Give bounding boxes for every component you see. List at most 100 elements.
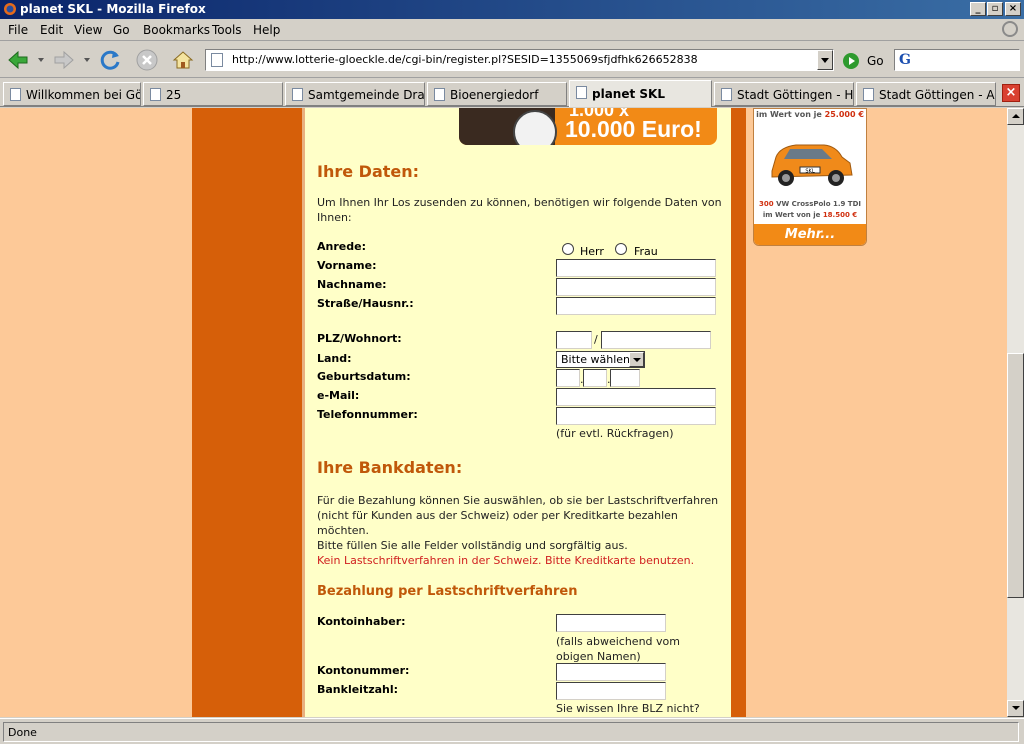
tab-planet-skl[interactable]: planet SKL	[569, 80, 712, 107]
vorname-field[interactable]	[556, 259, 716, 277]
url-text[interactable]: http://www.lotterie-gloeckle.de/cgi-bin/…	[232, 53, 698, 66]
tab-25[interactable]: 25	[143, 82, 283, 106]
tab-label: Willkommen bei Götti...	[26, 88, 141, 102]
plz-field[interactable]	[556, 331, 592, 349]
ad-more-link[interactable]: Mehr...	[754, 224, 866, 245]
label-nachname: Nachname:	[317, 278, 387, 291]
go-label: Go	[867, 54, 884, 68]
menu-view[interactable]: View	[74, 23, 102, 37]
window-title: planet SKL - Mozilla Firefox	[20, 2, 206, 16]
navigation-toolbar: http://www.lotterie-gloeckle.de/cgi-bin/…	[0, 42, 1024, 78]
plz-separator: /	[594, 333, 598, 346]
email-field[interactable]	[556, 388, 716, 406]
heading-personal: Ihre Daten:	[317, 162, 420, 181]
tab-bar: Willkommen bei Götti... 25 Samtgemeinde …	[0, 79, 1024, 107]
label-vorname: Vorname:	[317, 259, 377, 272]
land-selected: Bitte wählen	[561, 353, 630, 366]
tab-bioenergiedorf[interactable]: Bioenergiedorf	[427, 82, 567, 106]
menu-edit[interactable]: Edit	[40, 23, 63, 37]
blz-help-link[interactable]: Sie wissen Ihre BLZ nicht?	[556, 702, 700, 715]
menu-tools[interactable]: Tools	[212, 23, 242, 37]
url-history-dropdown-icon[interactable]	[817, 50, 833, 70]
label-land: Land:	[317, 352, 352, 365]
radio-frau[interactable]	[615, 243, 627, 255]
status-text: Done	[3, 722, 1019, 742]
kontoinhaber-note: (falls abweichend vom obigen Namen)	[556, 635, 680, 663]
reload-icon[interactable]	[98, 48, 122, 72]
car-image: SKL	[771, 144, 853, 186]
search-input[interactable]: G	[894, 49, 1020, 71]
left-stripe	[192, 108, 302, 717]
stop-icon[interactable]	[135, 48, 159, 72]
strasse-field[interactable]	[556, 297, 716, 315]
birth-year-field[interactable]	[610, 369, 640, 387]
label-geburtsdatum: Geburtsdatum:	[317, 370, 411, 383]
page-icon	[10, 88, 21, 101]
radio-frau-label: Frau	[634, 245, 658, 258]
go-arrow-icon	[843, 53, 859, 69]
scrollbar-thumb[interactable]	[1007, 353, 1024, 598]
home-icon[interactable]	[171, 48, 195, 72]
tab-label: planet SKL	[592, 87, 665, 101]
scroll-down-icon[interactable]	[1007, 700, 1024, 717]
menu-help[interactable]: Help	[253, 23, 280, 37]
firefox-icon	[4, 3, 16, 15]
menu-bar: File Edit View Go Bookmarks Tools Help	[0, 19, 1024, 41]
back-arrow-icon[interactable]	[6, 48, 30, 72]
tab-samtgemeinde[interactable]: Samtgemeinde Drans...	[285, 82, 425, 106]
bank-intro-1: Für die Bezahlung können Sie auswählen, …	[317, 494, 719, 537]
wohnort-field[interactable]	[601, 331, 711, 349]
close-tab-icon[interactable]: ×	[1002, 84, 1020, 102]
vertical-scrollbar[interactable]	[1007, 108, 1024, 717]
ad-bottom-line1: 300 VW CrossPolo 1.9 TDI	[754, 200, 866, 208]
ad-bottom-line2: im Wert von je 18.500 €	[754, 211, 866, 219]
back-history-dropdown-icon[interactable]	[38, 58, 44, 62]
heading-lastschrift: Bezahlung per Lastschriftverfahren	[317, 584, 578, 599]
heading-bank: Ihre Bankdaten:	[317, 458, 463, 477]
tab-willkommen[interactable]: Willkommen bei Götti...	[3, 82, 141, 106]
forward-arrow-icon[interactable]	[52, 48, 76, 72]
google-search-icon[interactable]: G	[899, 52, 911, 68]
radio-herr[interactable]	[562, 243, 574, 255]
menu-go[interactable]: Go	[113, 23, 130, 37]
throbber-icon	[1002, 21, 1018, 37]
kontonummer-field[interactable]	[556, 663, 666, 681]
tab-label: Stadt Göttingen - Ho...	[737, 88, 854, 102]
land-select[interactable]: Bitte wählen	[556, 351, 645, 368]
close-window-button[interactable]: ×	[1005, 2, 1021, 16]
jackpot-banner[interactable]: 1.000 x 10.000 Euro!	[459, 108, 717, 145]
chevron-down-icon[interactable]	[629, 352, 644, 367]
url-bar[interactable]: http://www.lotterie-gloeckle.de/cgi-bin/…	[205, 49, 834, 71]
kontoinhaber-field[interactable]	[556, 614, 666, 632]
page-icon	[576, 86, 587, 99]
page-icon	[211, 53, 223, 67]
tab-label: Bioenergiedorf	[450, 88, 539, 102]
tab-label: Samtgemeinde Drans...	[308, 88, 425, 102]
tab-label: Stadt Göttingen - Amt...	[879, 88, 995, 102]
page-icon	[721, 88, 732, 101]
telefon-field[interactable]	[556, 407, 716, 425]
ad-top-amount: 25.000 €	[824, 110, 864, 119]
label-anrede: Anrede:	[317, 240, 366, 253]
birth-month-field[interactable]	[583, 369, 607, 387]
minimize-button[interactable]: _	[970, 2, 986, 16]
menu-bookmarks[interactable]: Bookmarks	[143, 23, 210, 37]
tab-stadt-goettingen-ho[interactable]: Stadt Göttingen - Ho...	[714, 82, 854, 106]
window-titlebar: planet SKL - Mozilla Firefox _ ▫ ×	[0, 0, 1024, 19]
nachname-field[interactable]	[556, 278, 716, 296]
tab-stadt-goettingen-amt[interactable]: Stadt Göttingen - Amt...	[856, 82, 996, 106]
ad-bottom-count: 300	[759, 200, 774, 208]
blz-field[interactable]	[556, 682, 666, 700]
scroll-up-icon[interactable]	[1007, 108, 1024, 125]
birth-day-field[interactable]	[556, 369, 580, 387]
page-icon	[434, 88, 445, 101]
page-icon	[292, 88, 303, 101]
maximize-button[interactable]: ▫	[987, 2, 1003, 16]
banner-line2: 10.000 Euro!	[565, 116, 702, 142]
forward-history-dropdown-icon[interactable]	[84, 58, 90, 62]
bank-intro-2: Bitte füllen Sie alle Felder vollständig…	[317, 539, 628, 552]
label-blz: Bankleitzahl:	[317, 683, 399, 696]
menu-file[interactable]: File	[8, 23, 28, 37]
car-ad[interactable]: im Wert von je 25.000 € SKL 300 VW Cross…	[753, 108, 867, 246]
tab-label: 25	[166, 88, 182, 102]
